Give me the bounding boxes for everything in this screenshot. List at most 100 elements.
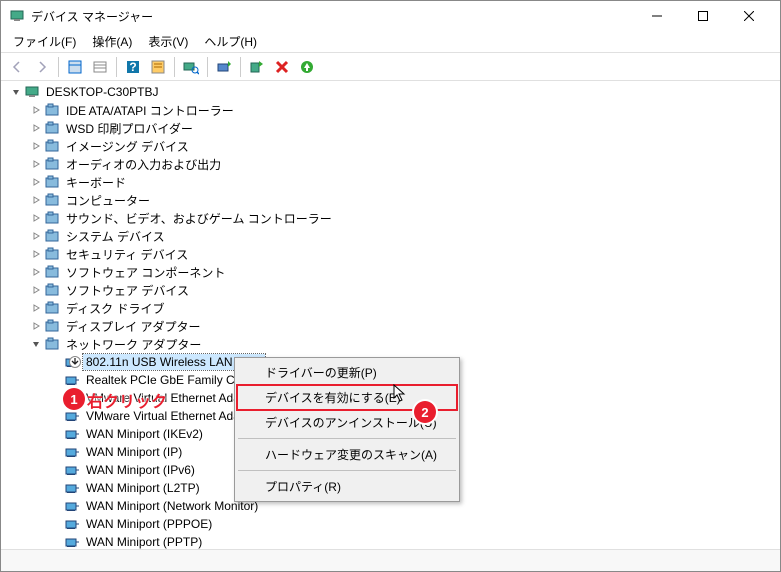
expand-icon[interactable] bbox=[29, 211, 43, 225]
expand-icon[interactable] bbox=[29, 193, 43, 207]
node-label: ディスプレイ アダプター bbox=[63, 317, 204, 336]
category-node[interactable]: オーディオの入力および出力 bbox=[29, 155, 778, 173]
network-icon bbox=[64, 426, 80, 442]
annotation-badge-2: 2 bbox=[414, 401, 436, 423]
category-node[interactable]: IDE ATA/ATAPI コントローラー bbox=[29, 101, 778, 119]
cm-properties[interactable]: プロパティ(R) bbox=[237, 474, 457, 499]
category-node[interactable]: ソフトウェア コンポーネント bbox=[29, 263, 778, 281]
node-label: ソフトウェア デバイス bbox=[63, 281, 192, 300]
enable-button[interactable] bbox=[245, 55, 269, 79]
category-icon bbox=[44, 228, 60, 244]
add-legacy-button[interactable] bbox=[295, 55, 319, 79]
annotation-right-click-label: 右クリック bbox=[87, 388, 167, 412]
details-button[interactable] bbox=[88, 55, 112, 79]
collapse-icon[interactable] bbox=[9, 85, 23, 99]
device-tree-panel[interactable]: DESKTOP-C30PTBJIDE ATA/ATAPI コントローラーWSD … bbox=[1, 81, 780, 549]
category-icon bbox=[44, 210, 60, 226]
node-label: システム デバイス bbox=[63, 227, 168, 246]
category-icon bbox=[44, 300, 60, 316]
forward-button[interactable] bbox=[30, 55, 54, 79]
category-node[interactable]: ディスク ドライブ bbox=[29, 299, 778, 317]
separator bbox=[174, 57, 175, 77]
maximize-button[interactable] bbox=[680, 1, 726, 31]
node-label: IDE ATA/ATAPI コントローラー bbox=[63, 101, 237, 120]
expand-icon[interactable] bbox=[29, 157, 43, 171]
menu-help[interactable]: ヘルプ(H) bbox=[196, 31, 265, 52]
category-node[interactable]: ソフトウェア デバイス bbox=[29, 281, 778, 299]
device-node[interactable]: WAN Miniport (PPTP) bbox=[49, 533, 778, 549]
node-label: WAN Miniport (PPTP) bbox=[83, 534, 205, 549]
category-node[interactable]: キーボード bbox=[29, 173, 778, 191]
expand-icon[interactable] bbox=[29, 139, 43, 153]
back-button[interactable] bbox=[5, 55, 29, 79]
device-node[interactable]: WAN Miniport (PPPOE) bbox=[49, 515, 778, 533]
category-icon bbox=[44, 282, 60, 298]
cm-update-driver[interactable]: ドライバーの更新(P) bbox=[237, 360, 457, 385]
titlebar: デバイス マネージャー bbox=[1, 1, 780, 31]
window-title: デバイス マネージャー bbox=[31, 8, 634, 25]
expand-icon[interactable] bbox=[29, 283, 43, 297]
separator bbox=[238, 470, 456, 471]
network-icon bbox=[64, 516, 80, 532]
category-icon bbox=[44, 192, 60, 208]
category-node[interactable]: イメージング デバイス bbox=[29, 137, 778, 155]
cm-scan-hardware[interactable]: ハードウェア変更のスキャン(A) bbox=[237, 442, 457, 467]
separator bbox=[58, 57, 59, 77]
expand-icon[interactable] bbox=[29, 175, 43, 189]
menu-file[interactable]: ファイル(F) bbox=[5, 31, 84, 52]
category-node[interactable]: コンピューター bbox=[29, 191, 778, 209]
separator bbox=[240, 57, 241, 77]
expand-icon[interactable] bbox=[29, 121, 43, 135]
node-label: キーボード bbox=[63, 173, 129, 192]
node-label: コンピューター bbox=[63, 191, 153, 210]
category-icon bbox=[44, 246, 60, 262]
properties-button[interactable] bbox=[146, 55, 170, 79]
collapse-icon[interactable] bbox=[29, 337, 43, 351]
category-icon bbox=[44, 174, 60, 190]
computer-icon bbox=[24, 84, 40, 100]
network-icon bbox=[64, 534, 80, 549]
expand-icon[interactable] bbox=[29, 229, 43, 243]
category-node[interactable]: サウンド、ビデオ、およびゲーム コントローラー bbox=[29, 209, 778, 227]
separator bbox=[207, 57, 208, 77]
expand-icon[interactable] bbox=[29, 265, 43, 279]
expand-icon[interactable] bbox=[29, 103, 43, 117]
category-icon bbox=[44, 318, 60, 334]
root-node[interactable]: DESKTOP-C30PTBJ bbox=[9, 83, 778, 101]
menubar: ファイル(F) 操作(A) 表示(V) ヘルプ(H) bbox=[1, 31, 780, 53]
menu-action[interactable]: 操作(A) bbox=[84, 31, 140, 52]
category-node[interactable]: セキュリティ デバイス bbox=[29, 245, 778, 263]
help-button[interactable]: ? bbox=[121, 55, 145, 79]
network-icon bbox=[64, 372, 80, 388]
node-label: サウンド、ビデオ、およびゲーム コントローラー bbox=[63, 209, 335, 228]
show-hidden-button[interactable] bbox=[63, 55, 87, 79]
node-label: WAN Miniport (IKEv2) bbox=[83, 426, 206, 442]
expand-icon[interactable] bbox=[29, 247, 43, 261]
node-label: イメージング デバイス bbox=[63, 137, 192, 156]
category-node[interactable]: WSD 印刷プロバイダー bbox=[29, 119, 778, 137]
node-label: WAN Miniport (L2TP) bbox=[83, 480, 203, 496]
category-node[interactable]: ネットワーク アダプター bbox=[29, 335, 778, 353]
close-button[interactable] bbox=[726, 1, 772, 31]
app-icon bbox=[9, 8, 25, 24]
expand-icon[interactable] bbox=[29, 301, 43, 315]
node-label: WAN Miniport (IPv6) bbox=[83, 462, 198, 478]
update-driver-button[interactable] bbox=[212, 55, 236, 79]
expand-icon[interactable] bbox=[29, 319, 43, 333]
uninstall-button[interactable] bbox=[270, 55, 294, 79]
category-icon bbox=[44, 138, 60, 154]
menu-view[interactable]: 表示(V) bbox=[140, 31, 196, 52]
statusbar bbox=[1, 549, 780, 571]
node-label: ソフトウェア コンポーネント bbox=[63, 263, 228, 282]
category-node[interactable]: システム デバイス bbox=[29, 227, 778, 245]
network-icon bbox=[64, 462, 80, 478]
network-icon bbox=[64, 354, 80, 370]
svg-text:?: ? bbox=[129, 60, 136, 74]
node-label: WAN Miniport (IP) bbox=[83, 444, 185, 460]
minimize-button[interactable] bbox=[634, 1, 680, 31]
scan-hardware-button[interactable] bbox=[179, 55, 203, 79]
annotation-badge-1: 1 bbox=[63, 388, 85, 410]
separator bbox=[116, 57, 117, 77]
category-node[interactable]: ディスプレイ アダプター bbox=[29, 317, 778, 335]
category-icon bbox=[44, 264, 60, 280]
